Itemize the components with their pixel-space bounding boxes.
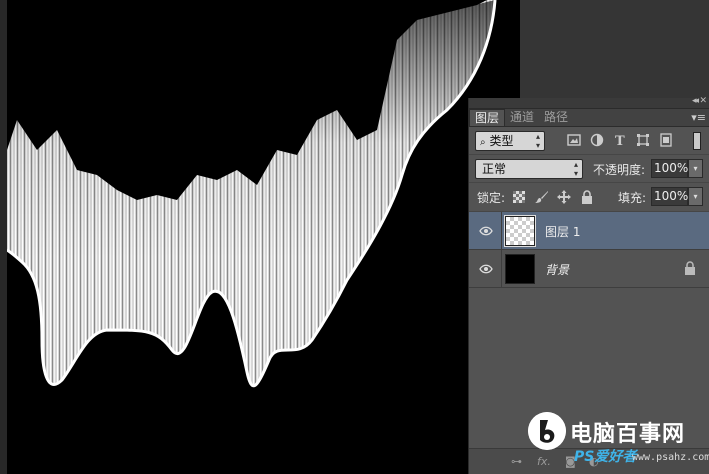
panel-tabs: 图层 通道 路径 ▾≡ xyxy=(469,109,709,127)
layer-thumbnail xyxy=(504,215,536,247)
filter-kind-select[interactable]: ⌕ 类型 ▴ ▾ xyxy=(475,131,545,151)
canvas-workspace[interactable] xyxy=(0,0,520,474)
fill-label: 填充: xyxy=(618,191,647,205)
lock-label: 锁定: xyxy=(477,191,506,205)
watermark: 电脑百事网 PS爱好者 www.psahz.com xyxy=(524,408,709,474)
document-canvas[interactable] xyxy=(7,0,520,474)
brush-icon[interactable] xyxy=(535,190,549,204)
select-arrows-icon: ▴ ▾ xyxy=(535,132,540,150)
select-arrows-icon: ▴ ▾ xyxy=(573,160,578,178)
filter-toggle-switch[interactable] xyxy=(693,132,701,150)
svg-text:T: T xyxy=(615,134,625,147)
opacity-input[interactable]: 100% xyxy=(651,159,688,178)
eye-icon[interactable] xyxy=(479,224,493,238)
search-icon: ⌕ xyxy=(480,137,486,148)
layer-name[interactable]: 背景 xyxy=(545,261,569,278)
shape-filter-icon[interactable] xyxy=(636,133,650,147)
layer-row-background[interactable]: 背景 xyxy=(469,250,709,288)
aurora-artwork xyxy=(7,0,497,388)
opacity-label: 不透明度: xyxy=(593,163,646,177)
blend-row: 正常 ▴ ▾ 不透明度: 100% ▾ xyxy=(469,155,709,183)
link-icon[interactable]: ⊶ xyxy=(511,455,522,468)
opacity-dropdown-button[interactable]: ▾ xyxy=(688,159,703,178)
eye-icon[interactable] xyxy=(479,262,493,276)
layer-thumbnail xyxy=(505,254,535,284)
fill-dropdown-button[interactable]: ▾ xyxy=(688,187,703,206)
smart-object-filter-icon[interactable] xyxy=(659,133,673,147)
watermark-subtitle: PS爱好者 xyxy=(574,449,637,465)
blend-mode-value: 正常 xyxy=(482,162,507,176)
watermark-url: www.psahz.com xyxy=(632,452,709,463)
filter-kind-label: 类型 xyxy=(489,134,514,148)
layer-separator xyxy=(501,250,502,288)
watermark-title: 电脑百事网 xyxy=(570,422,686,447)
lock-transparent-icon[interactable] xyxy=(513,191,525,203)
tab-paths[interactable]: 路径 xyxy=(539,109,573,126)
tab-layers[interactable]: 图层 xyxy=(469,109,506,126)
layer-name[interactable]: 图层 1 xyxy=(545,223,580,240)
tab-channels[interactable]: 通道 xyxy=(505,109,539,126)
type-filter-icon[interactable]: T xyxy=(613,133,627,147)
watermark-logo-icon xyxy=(528,412,566,450)
lock-row: 锁定: 填充: 100% ▾ xyxy=(469,183,709,212)
panel-menu-icon[interactable]: ▾≡ xyxy=(691,111,706,124)
layer-separator xyxy=(501,212,502,250)
fill-input[interactable]: 100% xyxy=(651,187,688,206)
pixel-filter-icon[interactable] xyxy=(567,133,581,147)
move-icon[interactable] xyxy=(557,190,571,204)
collapse-icon[interactable]: ◂◂ xyxy=(692,96,699,106)
adjustment-filter-icon[interactable] xyxy=(590,133,604,147)
blend-mode-select[interactable]: 正常 ▴ ▾ xyxy=(475,159,583,179)
close-icon[interactable]: ✕ xyxy=(699,96,707,106)
layer-row-layer1[interactable]: 图层 1 xyxy=(469,212,709,250)
filter-row: ⌕ 类型 ▴ ▾ T xyxy=(469,127,709,155)
panel-titlebar[interactable]: ◂◂ ✕ xyxy=(469,96,709,109)
lock-icon xyxy=(685,261,695,275)
lock-all-icon[interactable] xyxy=(580,190,594,204)
